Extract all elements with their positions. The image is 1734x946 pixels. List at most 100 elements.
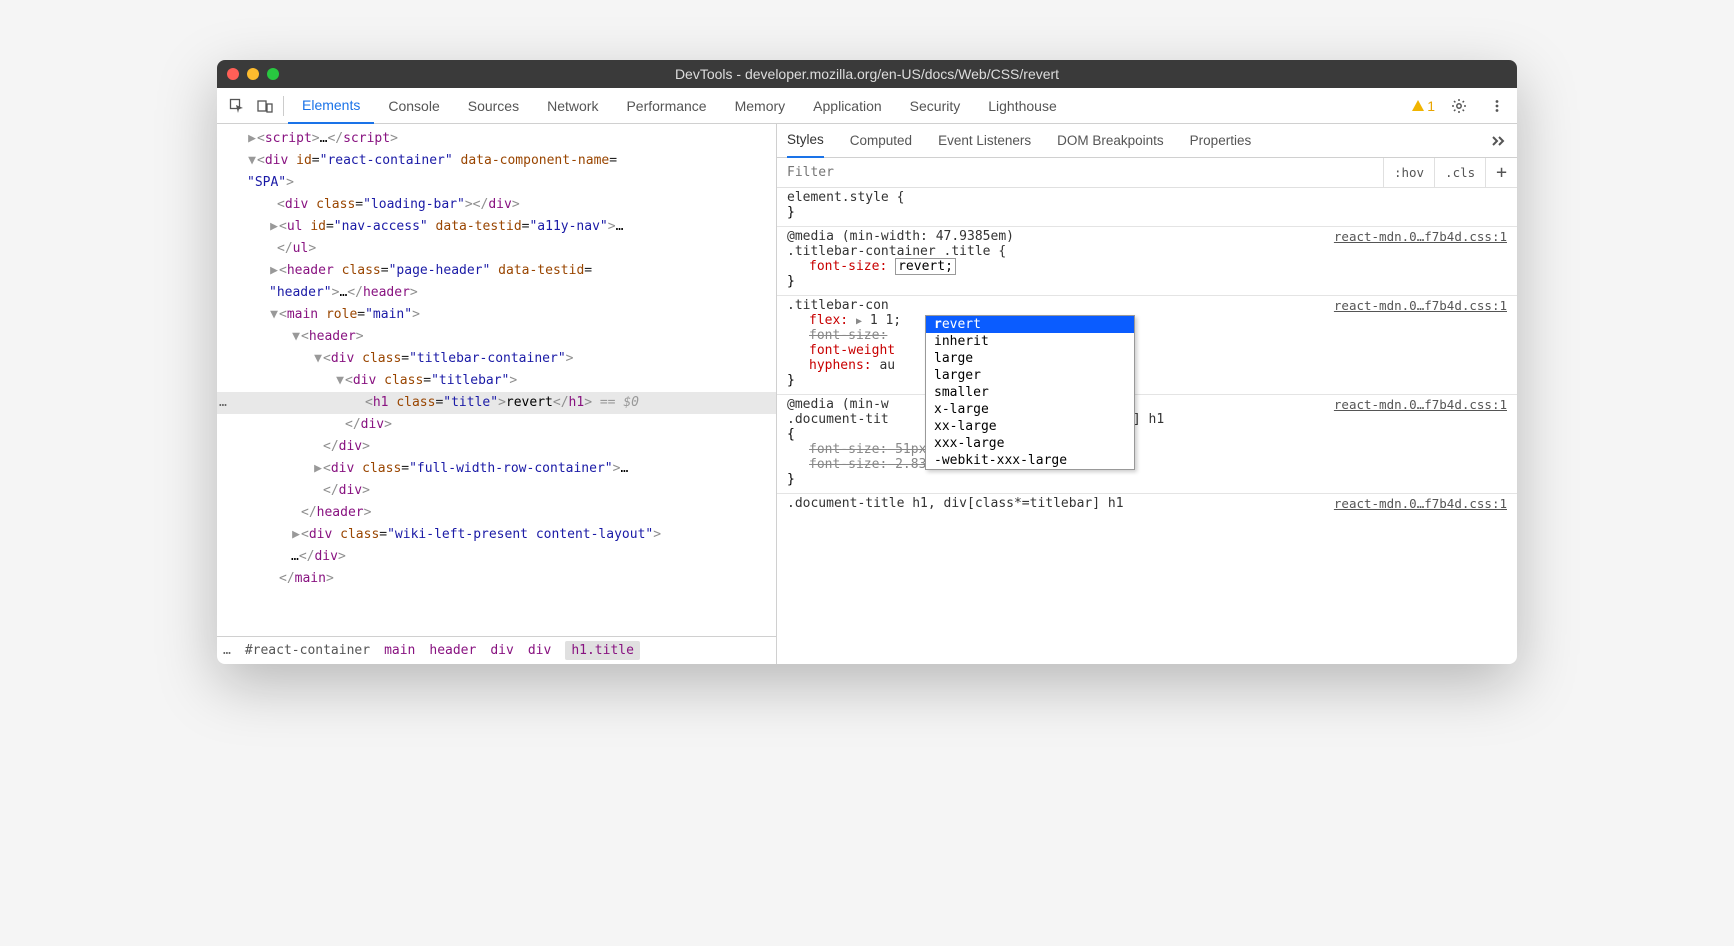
rule-open: { (787, 427, 1507, 442)
autocomplete-item[interactable]: large (926, 350, 1134, 367)
tab-application[interactable]: Application (799, 88, 896, 124)
breadcrumb-item[interactable]: div (490, 643, 513, 658)
breadcrumb-item[interactable]: div (528, 643, 551, 658)
dom-node[interactable]: ▼<div class="titlebar-container"> (217, 348, 776, 370)
tab-dom-breakpoints[interactable]: DOM Breakpoints (1057, 124, 1164, 158)
device-toolbar-icon[interactable] (251, 92, 279, 120)
dom-node[interactable]: …</div> (217, 546, 776, 568)
tab-styles[interactable]: Styles (787, 124, 824, 158)
css-property-overridden[interactable]: font-size: 2.83333rem; (787, 457, 1507, 472)
dom-node[interactable]: </div> (217, 480, 776, 502)
css-property[interactable]: font-size: revert; (787, 259, 1507, 274)
css-rule[interactable]: react-mdn.0…f7b4d.css:1 @media (min-widt… (777, 227, 1517, 296)
css-property[interactable]: font-weight (787, 343, 1507, 358)
css-property[interactable]: flex: ▶ 1 1; (787, 313, 1507, 328)
css-property-overridden[interactable]: font-size: (787, 328, 1507, 343)
close-window-button[interactable] (227, 68, 239, 80)
autocomplete-item[interactable]: larger (926, 367, 1134, 384)
css-value-input[interactable]: revert; (895, 258, 956, 275)
kebab-menu-icon[interactable] (1483, 92, 1511, 120)
css-property-overridden[interactable]: font-size: 51px; (787, 442, 1507, 457)
dom-node[interactable]: ▼<div class="titlebar"> (217, 370, 776, 392)
autocomplete-item[interactable]: -webkit-xxx-large (926, 452, 1134, 469)
minimize-window-button[interactable] (247, 68, 259, 80)
rule-selector: .document-tit (787, 412, 889, 427)
css-rule[interactable]: react-mdn.0…f7b4d.css:1 .titlebar-con fl… (777, 296, 1517, 395)
dom-node[interactable]: ▶<script>…</script> (217, 128, 776, 150)
breadcrumb-item[interactable]: #react-container (245, 643, 370, 658)
toolbar-separator (283, 96, 284, 116)
dom-node[interactable]: "SPA"> (217, 172, 776, 194)
css-rule[interactable]: react-mdn.0…f7b4d.css:1 .document-title … (777, 494, 1517, 517)
tab-memory[interactable]: Memory (721, 88, 800, 124)
window-title: DevTools - developer.mozilla.org/en-US/d… (217, 66, 1517, 82)
autocomplete-popup: revert inherit large larger smaller x-la… (925, 315, 1135, 470)
cls-toggle[interactable]: .cls (1434, 158, 1485, 187)
devtools-window: DevTools - developer.mozilla.org/en-US/d… (217, 60, 1517, 664)
rule-media: @media (min-w (787, 397, 889, 412)
dom-tree[interactable]: ▶<script>…</script> ▼<div id="react-cont… (217, 124, 776, 636)
tab-sources[interactable]: Sources (454, 88, 533, 124)
tab-performance[interactable]: Performance (612, 88, 720, 124)
source-link[interactable]: react-mdn.0…f7b4d.css:1 (1334, 496, 1507, 511)
main-toolbar: Elements Console Sources Network Perform… (217, 88, 1517, 124)
dom-node[interactable]: ▶<header class="page-header" data-testid… (217, 260, 776, 282)
dom-node[interactable]: ▼<header> (217, 326, 776, 348)
inspect-element-icon[interactable] (223, 92, 251, 120)
tab-security[interactable]: Security (896, 88, 975, 124)
rule-selector: .titlebar-container .title { (787, 244, 1507, 259)
breadcrumb-ellipsis[interactable]: … (223, 643, 231, 658)
breadcrumb-item[interactable]: main (384, 643, 415, 658)
breadcrumb-item-current[interactable]: h1.title (565, 641, 640, 660)
hov-toggle[interactable]: :hov (1383, 158, 1434, 187)
css-property[interactable]: hyphens: au (787, 358, 1507, 373)
more-tabs-icon[interactable] (1491, 135, 1507, 147)
dom-node[interactable]: ▼<main role="main"> (217, 304, 776, 326)
warnings-badge[interactable]: 1 (1411, 98, 1435, 114)
dom-node-selected[interactable]: <h1 class="title">revert</h1> == $0 (217, 392, 776, 414)
maximize-window-button[interactable] (267, 68, 279, 80)
styles-filter-input[interactable] (777, 165, 1383, 180)
rule-element-style[interactable]: element.style { } (777, 188, 1517, 227)
source-link[interactable]: react-mdn.0…f7b4d.css:1 (1334, 397, 1507, 412)
css-rule[interactable]: react-mdn.0…f7b4d.css:1 @media (min-w .d… (777, 395, 1517, 494)
new-style-rule-button[interactable]: + (1485, 158, 1517, 187)
autocomplete-item[interactable]: inherit (926, 333, 1134, 350)
styles-rules-list: element.style { } react-mdn.0…f7b4d.css:… (777, 188, 1517, 664)
dom-node[interactable]: "header">…</header> (217, 282, 776, 304)
warning-count: 1 (1427, 98, 1435, 114)
source-link[interactable]: react-mdn.0…f7b4d.css:1 (1334, 298, 1507, 313)
dom-node[interactable]: ▶<ul id="nav-access" data-testid="a11y-n… (217, 216, 776, 238)
autocomplete-item[interactable]: xx-large (926, 418, 1134, 435)
dom-node[interactable]: ▼<div id="react-container" data-componen… (217, 150, 776, 172)
source-link[interactable]: react-mdn.0…f7b4d.css:1 (1334, 229, 1507, 244)
dom-node[interactable]: ▶<div class="wiki-left-present content-l… (217, 524, 776, 546)
styles-panel: Styles Computed Event Listeners DOM Brea… (777, 124, 1517, 664)
tab-event-listeners[interactable]: Event Listeners (938, 124, 1031, 158)
dom-node[interactable]: </div> (217, 436, 776, 458)
rule-close: } (787, 472, 1507, 487)
dom-node[interactable]: </main> (217, 568, 776, 590)
autocomplete-item[interactable]: xxx-large (926, 435, 1134, 452)
window-titlebar: DevTools - developer.mozilla.org/en-US/d… (217, 60, 1517, 88)
dom-node[interactable]: ▶<div class="full-width-row-container">… (217, 458, 776, 480)
dom-node[interactable]: </ul> (217, 238, 776, 260)
dom-node[interactable]: </header> (217, 502, 776, 524)
tab-computed[interactable]: Computed (850, 124, 912, 158)
tab-elements[interactable]: Elements (288, 88, 374, 124)
tab-properties[interactable]: Properties (1190, 124, 1252, 158)
rule-close: } (787, 274, 1507, 289)
autocomplete-item[interactable]: x-large (926, 401, 1134, 418)
dom-node[interactable]: </div> (217, 414, 776, 436)
autocomplete-item-selected[interactable]: revert (926, 316, 1134, 333)
settings-icon[interactable] (1445, 92, 1473, 120)
autocomplete-item[interactable]: smaller (926, 384, 1134, 401)
rule-selector: element.style { (787, 190, 1507, 205)
tab-console[interactable]: Console (374, 88, 453, 124)
dom-node[interactable]: <div class="loading-bar"></div> (217, 194, 776, 216)
tab-lighthouse[interactable]: Lighthouse (974, 88, 1071, 124)
breadcrumb: … #react-container main header div div h… (217, 636, 776, 664)
breadcrumb-item[interactable]: header (429, 643, 476, 658)
styles-filter-row: :hov .cls + (777, 158, 1517, 188)
tab-network[interactable]: Network (533, 88, 612, 124)
